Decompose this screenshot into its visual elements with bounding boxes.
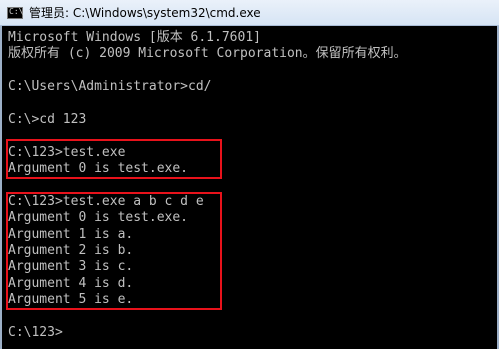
title-bar[interactable]: C:\ 管理员: C:\Windows\system32\cmd.exe bbox=[0, 0, 499, 26]
window-title: 管理员: C:\Windows\system32\cmd.exe bbox=[29, 6, 261, 20]
highlight-box-test-exe-args bbox=[6, 192, 222, 310]
console-line: C:\>cd 123 bbox=[8, 111, 87, 127]
console-prompt[interactable]: C:\123> bbox=[8, 325, 407, 341]
cmd-icon[interactable]: C:\ bbox=[7, 6, 24, 19]
cmd-icon-glyph: C:\ bbox=[9, 6, 24, 16]
highlight-box-test-exe bbox=[6, 139, 222, 179]
console-line: 版权所有 (c) 2009 Microsoft Corporation。保留所有… bbox=[8, 46, 407, 62]
console-area[interactable]: Microsoft Windows [版本 6.1.7601] 版权所有 (c)… bbox=[0, 26, 499, 349]
console-line: Microsoft Windows [版本 6.1.7601] bbox=[8, 30, 261, 45]
console-line: C:\Users\Administrator>cd/ bbox=[8, 79, 212, 95]
